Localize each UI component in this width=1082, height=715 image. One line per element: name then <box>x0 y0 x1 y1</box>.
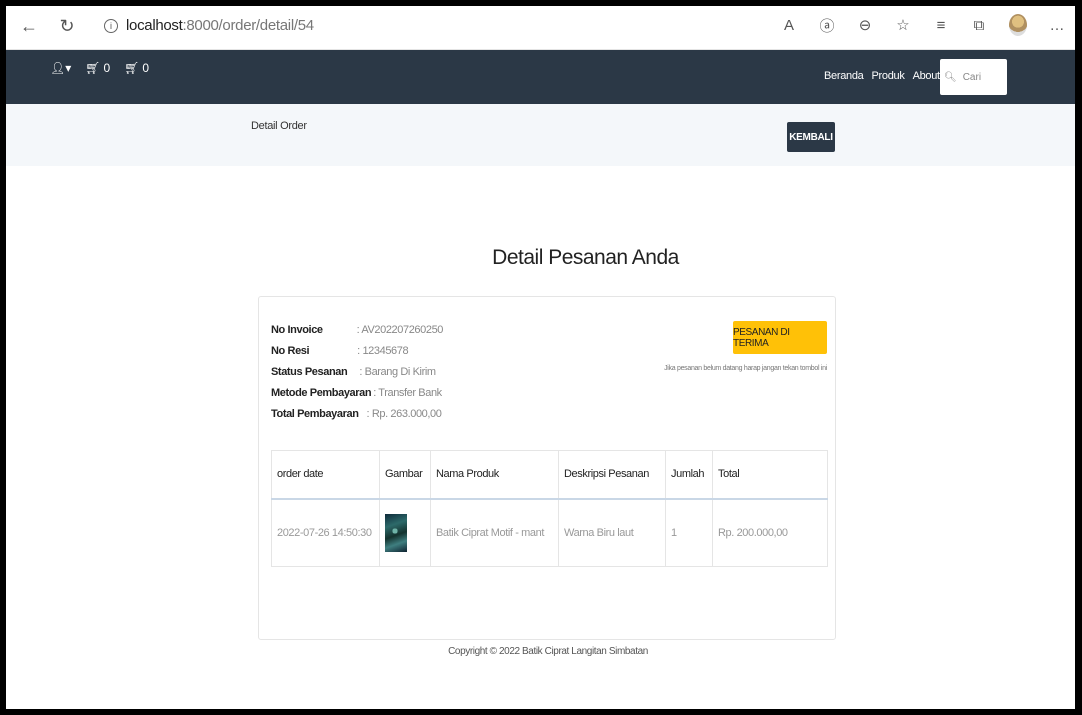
cell-deskripsi: Warna Biru laut <box>558 498 666 567</box>
search-input[interactable]: 🔍︎ Cari <box>940 59 1007 95</box>
orders-link[interactable]: 🛒︎ 0 <box>124 61 149 75</box>
status-label: Status Pesanan <box>271 365 348 378</box>
nav-link-produk[interactable]: Produk <box>872 70 905 82</box>
footer-copyright: Copyright © 2022 Batik Ciprat Langitan S… <box>448 646 648 657</box>
order-items-table: order date Gambar Nama Produk Deskripsi … <box>271 450 828 567</box>
translate-icon[interactable]: ⓐ <box>819 14 835 36</box>
page-title: Detail Pesanan Anda <box>492 246 679 269</box>
col-deskripsi: Deskripsi Pesanan <box>558 450 666 500</box>
zoom-icon[interactable]: ⊖ <box>857 14 873 36</box>
cell-total: Rp. 200.000,00 <box>712 498 828 567</box>
cart-count: 0 <box>103 61 111 75</box>
cell-nama-produk: Batik Ciprat Motif - mant <box>430 498 559 567</box>
method-row: Metode Pembayaran: Transfer Bank <box>271 382 443 403</box>
order-info: No Invoice : AV202207260250 No Resi : 1234… <box>271 319 443 424</box>
orders-icon: 🛒︎ <box>124 61 140 75</box>
invoice-value: : AV202207260250 <box>356 323 444 336</box>
table-row: 2022-07-26 14:50:30 Batik Ciprat Motif -… <box>271 498 828 567</box>
invoice-row: No Invoice : AV202207260250 <box>271 319 443 340</box>
order-card: No Invoice : AV202207260250 No Resi : 1234… <box>258 296 836 640</box>
total-row: Total Pembayaran : Rp. 263.000,00 <box>271 403 443 424</box>
method-value: : Transfer Bank <box>373 386 442 399</box>
cell-gambar <box>379 498 431 567</box>
user-menu[interactable]: 👤︎▾ <box>50 61 71 75</box>
cell-order-date: 2022-07-26 14:50:30 <box>271 498 380 567</box>
info-icon[interactable]: i <box>104 19 118 33</box>
nav-left: 👤︎▾ 🛒︎ 0 🛒︎ 0 <box>50 61 149 75</box>
status-row: Status Pesanan : Barang Di Kirim <box>271 361 443 382</box>
total-label: Total Pembayaran <box>271 407 359 420</box>
resi-row: No Resi : 12345678 <box>271 340 443 361</box>
method-label: Metode Pembayaran <box>271 386 372 399</box>
col-order-date: order date <box>271 450 380 500</box>
favorites-list-icon[interactable]: ≡ <box>933 14 949 36</box>
top-navbar: 👤︎▾ 🛒︎ 0 🛒︎ 0 Beranda Produk About Us 🔍︎ C… <box>6 50 1075 104</box>
cart-icon: 🛒︎ <box>85 61 101 75</box>
table-header-row: order date Gambar Nama Produk Deskripsi … <box>271 450 828 500</box>
sub-header: Detail Order KEMBALI <box>6 104 1075 166</box>
back-button[interactable]: KEMBALI <box>787 122 835 152</box>
browser-window: ← ↻ i localhost:8000/order/detail/54 A ⓐ… <box>6 6 1075 709</box>
col-gambar: Gambar <box>379 450 431 500</box>
resi-value: : 12345678 <box>357 344 409 357</box>
total-value: : Rp. 263.000,00 <box>366 407 442 420</box>
product-thumbnail <box>385 513 407 552</box>
back-arrow-icon[interactable]: ← <box>18 14 40 38</box>
breadcrumb-title: Detail Order <box>251 120 307 132</box>
read-aloud-icon[interactable]: A <box>781 14 797 36</box>
col-total: Total <box>712 450 828 500</box>
profile-avatar[interactable] <box>1009 14 1027 36</box>
nav-links: Beranda Produk About Us <box>824 70 956 82</box>
search-placeholder: Cari <box>962 71 982 83</box>
resi-label: No Resi <box>271 344 310 357</box>
favorite-icon[interactable]: ☆ <box>895 14 911 36</box>
search-icon: 🔍︎ <box>944 71 957 83</box>
col-jumlah: Jumlah <box>665 450 713 500</box>
reload-icon[interactable]: ↻ <box>56 14 78 38</box>
col-nama-produk: Nama Produk <box>430 450 559 500</box>
order-received-note: Jika pesanan belum datang harap jangan t… <box>664 365 827 372</box>
cart-link[interactable]: 🛒︎ 0 <box>85 61 110 75</box>
url-host: localhost <box>126 17 183 34</box>
user-icon: 👤︎▾ <box>50 61 72 75</box>
order-received-button[interactable]: PESANAN DI TERIMA <box>733 321 827 354</box>
collections-icon[interactable]: ⧉ <box>971 14 987 36</box>
invoice-label: No Invoice <box>271 323 323 336</box>
browser-toolbar: ← ↻ i localhost:8000/order/detail/54 A ⓐ… <box>6 6 1075 50</box>
nav-link-beranda[interactable]: Beranda <box>824 70 864 82</box>
browser-actions: A ⓐ ⊖ ☆ ≡ ⧉ … <box>781 14 1065 36</box>
more-icon[interactable]: … <box>1049 14 1065 36</box>
status-value: : Barang Di Kirim <box>359 365 436 378</box>
url-path: :8000/order/detail/54 <box>182 17 315 34</box>
order-count: 0 <box>142 61 150 75</box>
cell-jumlah: 1 <box>665 498 713 567</box>
address-bar[interactable]: localhost:8000/order/detail/54 <box>126 17 314 34</box>
